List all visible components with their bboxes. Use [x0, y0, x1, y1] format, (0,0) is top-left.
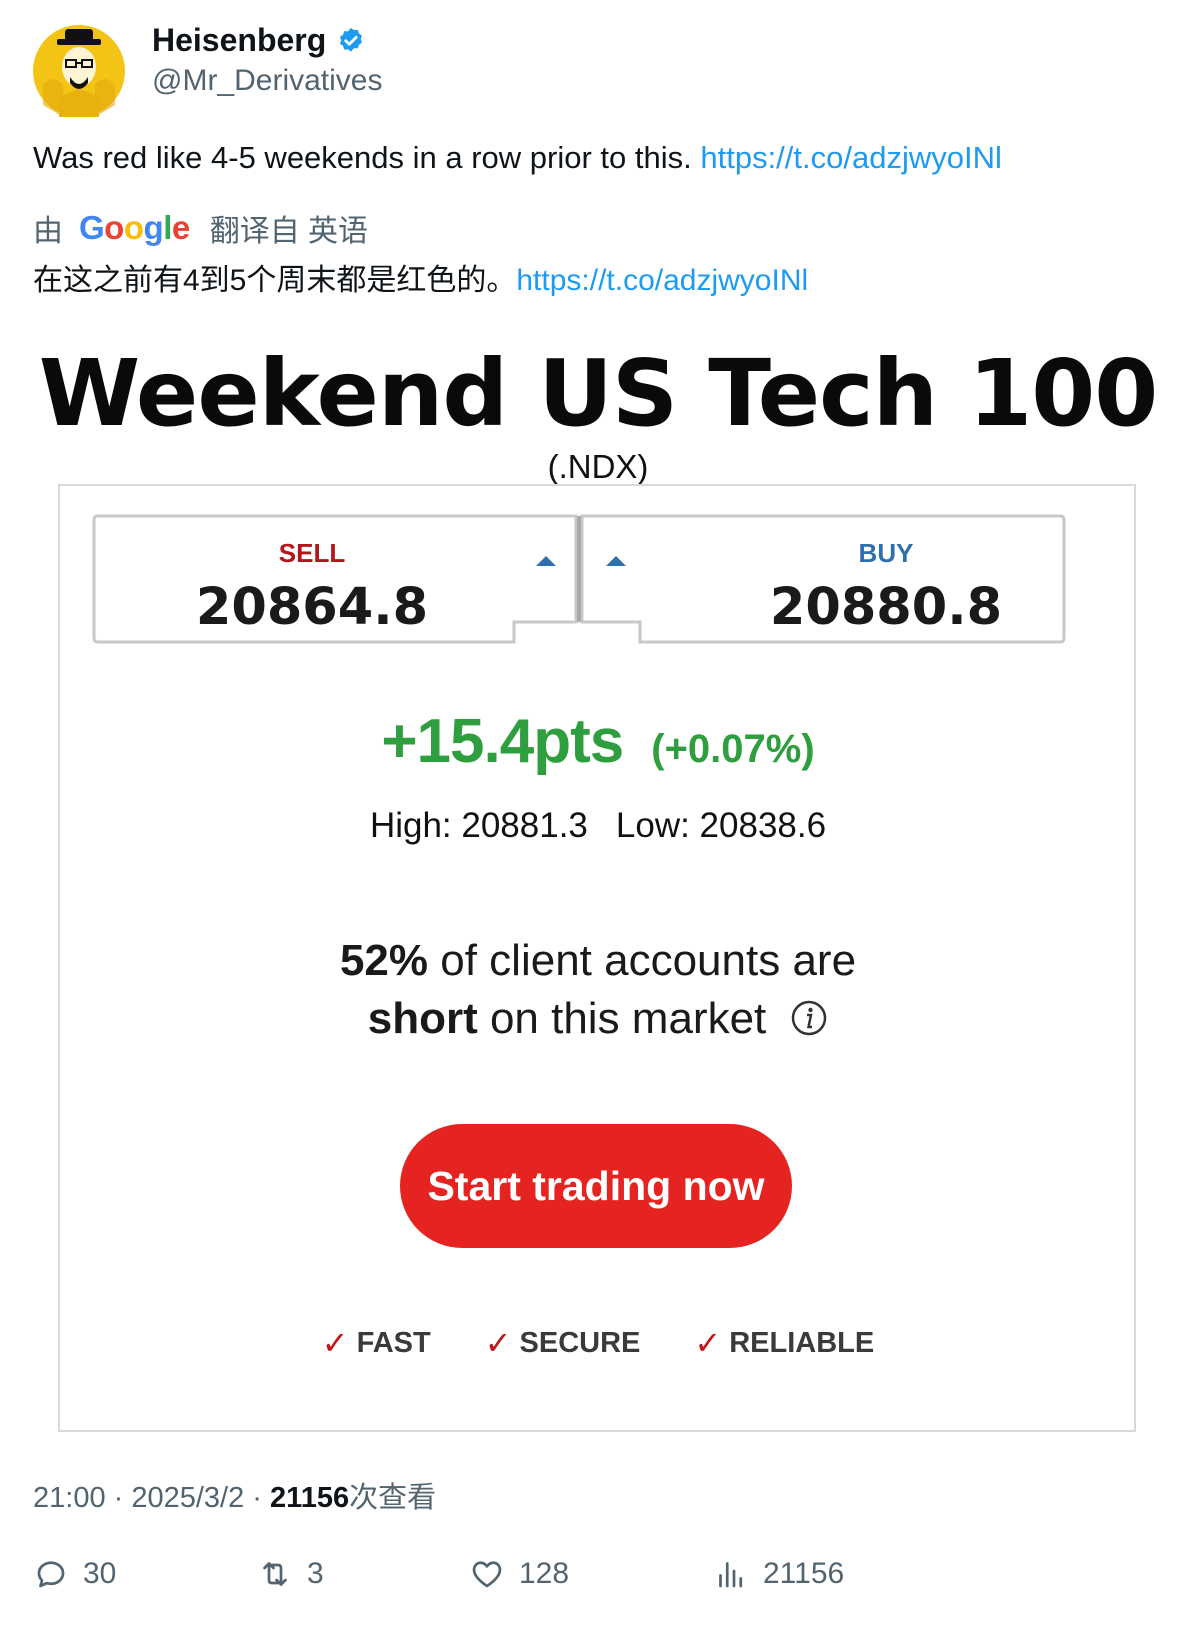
- feature-item: ✓ SECURE: [485, 1324, 641, 1362]
- author-avatar[interactable]: [33, 25, 125, 117]
- reply-icon: [37, 1561, 65, 1588]
- author-name[interactable]: Heisenberg: [152, 22, 326, 59]
- change-points: +15.4pts: [381, 707, 624, 776]
- checkmark-icon: ✓: [694, 1325, 722, 1361]
- reply-button[interactable]: 30: [33, 1556, 116, 1592]
- like-button[interactable]: 128: [469, 1556, 569, 1592]
- views-count: 21156: [270, 1482, 350, 1514]
- translated-body: 在这之前有4到5个周末都是红色的。: [33, 264, 517, 297]
- ad-title: Weekend US Tech 100: [38, 340, 1159, 447]
- translated-link[interactable]: https://t.co/adzjwyoINl: [516, 264, 808, 297]
- feature-label: FAST: [356, 1326, 431, 1359]
- buy-price: 20880.8: [769, 578, 1003, 637]
- info-icon[interactable]: [790, 998, 828, 1036]
- translation-suffix: 翻译自 英语: [209, 215, 369, 248]
- price-change: +15.4pts (+0.07%): [0, 706, 1196, 777]
- buy-label: BUY: [858, 538, 914, 568]
- high-value: High: 20881.3: [369, 806, 588, 845]
- retweet-button[interactable]: 3: [257, 1556, 324, 1592]
- buy-up-arrow-icon: [606, 556, 626, 566]
- heart-icon: [472, 1561, 502, 1588]
- start-trading-button[interactable]: Start trading now: [400, 1124, 792, 1248]
- meta-separator: ·: [105, 1482, 132, 1514]
- views-action-count: 21156: [763, 1557, 845, 1590]
- feature-label: SECURE: [519, 1326, 641, 1359]
- translation-attribution: 由 Google 翻译自 英语: [33, 206, 368, 250]
- client-line2-text: on this market: [477, 994, 767, 1043]
- reply-count: 30: [83, 1557, 117, 1590]
- feature-label: RELIABLE: [729, 1326, 875, 1359]
- client-position: short: [367, 994, 478, 1043]
- meta-separator: ·: [244, 1482, 271, 1514]
- google-logo-icon: Google: [79, 209, 190, 246]
- change-percent: (+0.07%): [651, 727, 815, 771]
- tweet-link[interactable]: https://t.co/adzjwyoINl: [700, 140, 1002, 175]
- views-button[interactable]: 21156: [713, 1556, 844, 1592]
- high-low: High: 20881.3 Low: 20838.6: [0, 806, 1196, 846]
- author-handle[interactable]: @Mr_Derivatives: [152, 64, 383, 98]
- tweet-meta: 21:00 · 2025/3/2 · 21156次查看: [33, 1474, 436, 1516]
- checkmark-icon: ✓: [321, 1325, 349, 1361]
- client-sentiment-line2: short on this market: [0, 994, 1196, 1044]
- feature-item: ✓ RELIABLE: [694, 1324, 874, 1362]
- tweet-body: Was red like 4-5 weekends in a row prior…: [33, 140, 701, 175]
- tweet-time[interactable]: 21:00: [33, 1482, 106, 1514]
- sell-up-arrow-icon: [536, 556, 556, 566]
- tweet-actions: 30 3 128 21156: [33, 1556, 1163, 1606]
- feature-item: ✓ FAST: [322, 1324, 431, 1362]
- translation-prefix: 由: [33, 215, 63, 248]
- ad-subtitle: (.NDX): [547, 448, 649, 485]
- client-line1-text: of client accounts are: [428, 936, 857, 985]
- client-sentiment-line1: 52% of client accounts are: [0, 936, 1196, 986]
- like-count: 128: [519, 1557, 570, 1590]
- retweet-icon: [263, 1562, 287, 1586]
- low-value: Low: 20838.6: [615, 806, 827, 845]
- translated-text: 在这之前有4到5个周末都是红色的。https://t.co/adzjwyoINl: [33, 255, 808, 299]
- feature-list: ✓ FAST ✓ SECURE ✓ RELIABLE: [0, 1324, 1196, 1362]
- views-label: 次查看: [349, 1482, 437, 1514]
- sell-label: SELL: [278, 538, 346, 568]
- analytics-icon: [719, 1562, 743, 1588]
- sell-price: 20864.8: [195, 578, 429, 637]
- tweet-text: Was red like 4-5 weekends in a row prior…: [33, 140, 1002, 176]
- client-percent: 52%: [339, 936, 429, 985]
- verified-badge-icon: [336, 26, 366, 56]
- retweet-count: 3: [307, 1557, 324, 1590]
- tweet-date[interactable]: 2025/3/2: [131, 1482, 244, 1514]
- checkmark-icon: ✓: [484, 1325, 512, 1361]
